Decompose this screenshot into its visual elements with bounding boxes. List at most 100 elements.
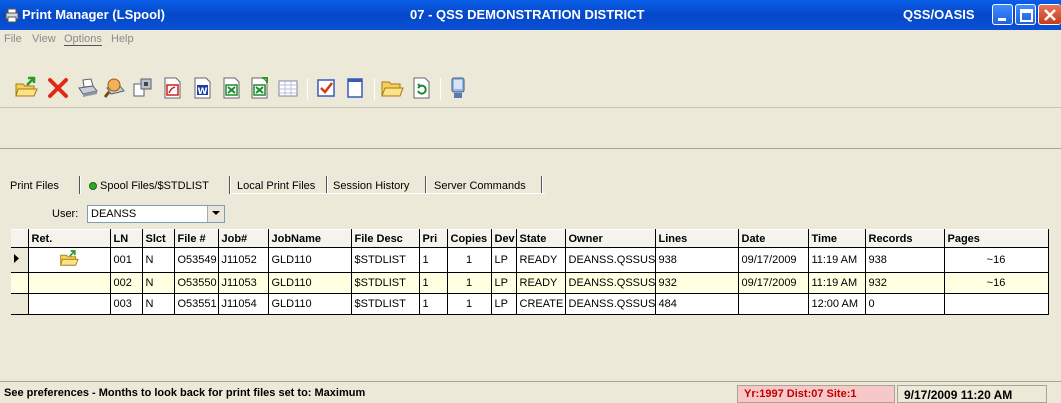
cell-ln[interactable]: 001 — [109, 247, 143, 273]
cell-pri[interactable]: 1 — [418, 293, 448, 315]
menu-view[interactable]: View — [32, 33, 56, 45]
table-row[interactable]: 002 N O53550 J11053 GLD110 $STDLIST 1 1 … — [11, 272, 1049, 294]
cell-lines[interactable]: 932 — [654, 272, 739, 294]
grid-icon[interactable] — [276, 76, 300, 100]
column-header-file-desc[interactable]: File Desc — [350, 229, 420, 248]
title-bar[interactable]: Print Manager (LSpool) 07 - QSS DEMONSTR… — [0, 0, 1061, 30]
excel-export-icon[interactable] — [247, 76, 271, 100]
table-row[interactable]: 003 N O53551 J11054 GLD110 $STDLIST 1 1 … — [11, 293, 1049, 315]
folder-open-icon[interactable] — [380, 76, 404, 100]
cell-time[interactable]: 11:19 AM — [807, 247, 866, 273]
column-header-pages[interactable]: Pages — [943, 229, 1049, 248]
cell-desc[interactable]: $STDLIST — [350, 247, 420, 273]
column-header-records[interactable]: Records — [864, 229, 945, 248]
column-header-file[interactable]: File # — [173, 229, 219, 248]
cell-job[interactable]: J11053 — [217, 272, 269, 294]
column-header-lines[interactable]: Lines — [654, 229, 739, 248]
cell-time[interactable]: 11:19 AM — [807, 272, 866, 294]
cell-pri[interactable]: 1 — [418, 272, 448, 294]
print-icon[interactable] — [75, 76, 99, 100]
cell-dev[interactable]: LP — [490, 272, 517, 294]
excel-icon[interactable] — [219, 76, 243, 100]
cell-jobname[interactable]: GLD110 — [267, 293, 352, 315]
column-header-slct[interactable]: Slct — [141, 229, 175, 248]
print-preview-icon[interactable] — [103, 76, 127, 100]
cell-lines[interactable]: 484 — [654, 293, 739, 315]
retrieve-cell[interactable] — [27, 272, 111, 294]
tab-spool-files[interactable]: Spool Files/$STDLIST — [89, 176, 209, 196]
refresh-icon[interactable] — [409, 76, 433, 100]
cell-owner[interactable]: DEANSS.QSSUS — [564, 293, 656, 315]
column-header-pri[interactable]: Pri — [418, 229, 448, 248]
cell-records[interactable]: 938 — [864, 247, 945, 273]
column-header-state[interactable]: State — [515, 229, 566, 248]
close-button[interactable] — [1038, 4, 1061, 25]
column-header-dev[interactable]: Dev — [490, 229, 517, 248]
word-icon[interactable]: W — [190, 76, 214, 100]
cell-state[interactable]: CREATE — [515, 293, 566, 315]
open-folder-icon[interactable] — [14, 76, 38, 100]
dropdown-button[interactable] — [207, 206, 224, 222]
column-header-job[interactable]: Job# — [217, 229, 269, 248]
cell-records[interactable]: 932 — [864, 272, 945, 294]
cell-owner[interactable]: DEANSS.QSSUS — [564, 247, 656, 273]
cell-desc[interactable]: $STDLIST — [350, 272, 420, 294]
column-header-copies[interactable]: Copies — [446, 229, 492, 248]
pdf-icon[interactable] — [160, 76, 184, 100]
user-select[interactable]: DEANSS — [87, 205, 225, 223]
column-header-ret[interactable]: Ret. — [27, 229, 111, 248]
cell-dev[interactable]: LP — [490, 247, 517, 273]
menu-help[interactable]: Help — [111, 33, 134, 45]
retrieve-cell[interactable] — [27, 247, 111, 273]
cell-slct[interactable]: N — [141, 247, 175, 273]
cell-pages[interactable] — [943, 293, 1049, 315]
menu-bar: File View Options Help — [0, 30, 1061, 48]
cell-file[interactable]: O53550 — [173, 272, 219, 294]
cell-job[interactable]: J11054 — [217, 293, 269, 315]
cell-lines[interactable]: 938 — [654, 247, 739, 273]
cell-copies[interactable]: 1 — [446, 247, 492, 273]
cell-date[interactable]: 09/17/2009 — [737, 272, 809, 294]
cell-date[interactable] — [737, 293, 809, 315]
cell-owner[interactable]: DEANSS.QSSUS — [564, 272, 656, 294]
column-header-time[interactable]: Time — [807, 229, 866, 248]
cell-time[interactable]: 12:00 AM — [807, 293, 866, 315]
cell-copies[interactable]: 1 — [446, 272, 492, 294]
cell-ln[interactable]: 002 — [109, 272, 143, 294]
column-header-ln[interactable]: LN — [109, 229, 143, 248]
maximize-button[interactable] — [1015, 4, 1036, 25]
cell-state[interactable]: READY — [515, 272, 566, 294]
cell-pages[interactable]: ~16 — [943, 272, 1049, 294]
tab-print-files[interactable]: Print Files — [10, 176, 59, 196]
column-header-jobname[interactable]: JobName — [267, 229, 352, 248]
cell-ln[interactable]: 003 — [109, 293, 143, 315]
table-row[interactable]: 001 N O53549 J11052 GLD110 $STDLIST 1 1 … — [11, 247, 1049, 273]
cell-jobname[interactable]: GLD110 — [267, 272, 352, 294]
cell-dev[interactable]: LP — [490, 293, 517, 315]
cell-file[interactable]: O53549 — [173, 247, 219, 273]
cell-slct[interactable]: N — [141, 272, 175, 294]
cell-jobname[interactable]: GLD110 — [267, 247, 352, 273]
cell-desc[interactable]: $STDLIST — [350, 293, 420, 315]
delete-icon[interactable] — [46, 76, 70, 100]
cell-records[interactable]: 0 — [864, 293, 945, 315]
cell-slct[interactable]: N — [141, 293, 175, 315]
menu-file[interactable]: File — [4, 33, 22, 45]
cell-job[interactable]: J11052 — [217, 247, 269, 273]
open-folder-icon[interactable] — [59, 250, 79, 267]
cell-pages[interactable]: ~16 — [943, 247, 1049, 273]
properties-icon[interactable] — [131, 76, 155, 100]
cell-file[interactable]: O53551 — [173, 293, 219, 315]
retrieve-cell[interactable] — [27, 293, 111, 315]
blank-page-icon[interactable] — [343, 76, 367, 100]
column-header-owner[interactable]: Owner — [564, 229, 656, 248]
menu-options[interactable]: Options — [64, 33, 102, 46]
exit-icon[interactable] — [446, 76, 470, 100]
minimize-button[interactable] — [992, 4, 1013, 25]
checkbox-icon[interactable] — [314, 76, 338, 100]
cell-copies[interactable]: 1 — [446, 293, 492, 315]
cell-state[interactable]: READY — [515, 247, 566, 273]
column-header-date[interactable]: Date — [737, 229, 809, 248]
cell-date[interactable]: 09/17/2009 — [737, 247, 809, 273]
cell-pri[interactable]: 1 — [418, 247, 448, 273]
